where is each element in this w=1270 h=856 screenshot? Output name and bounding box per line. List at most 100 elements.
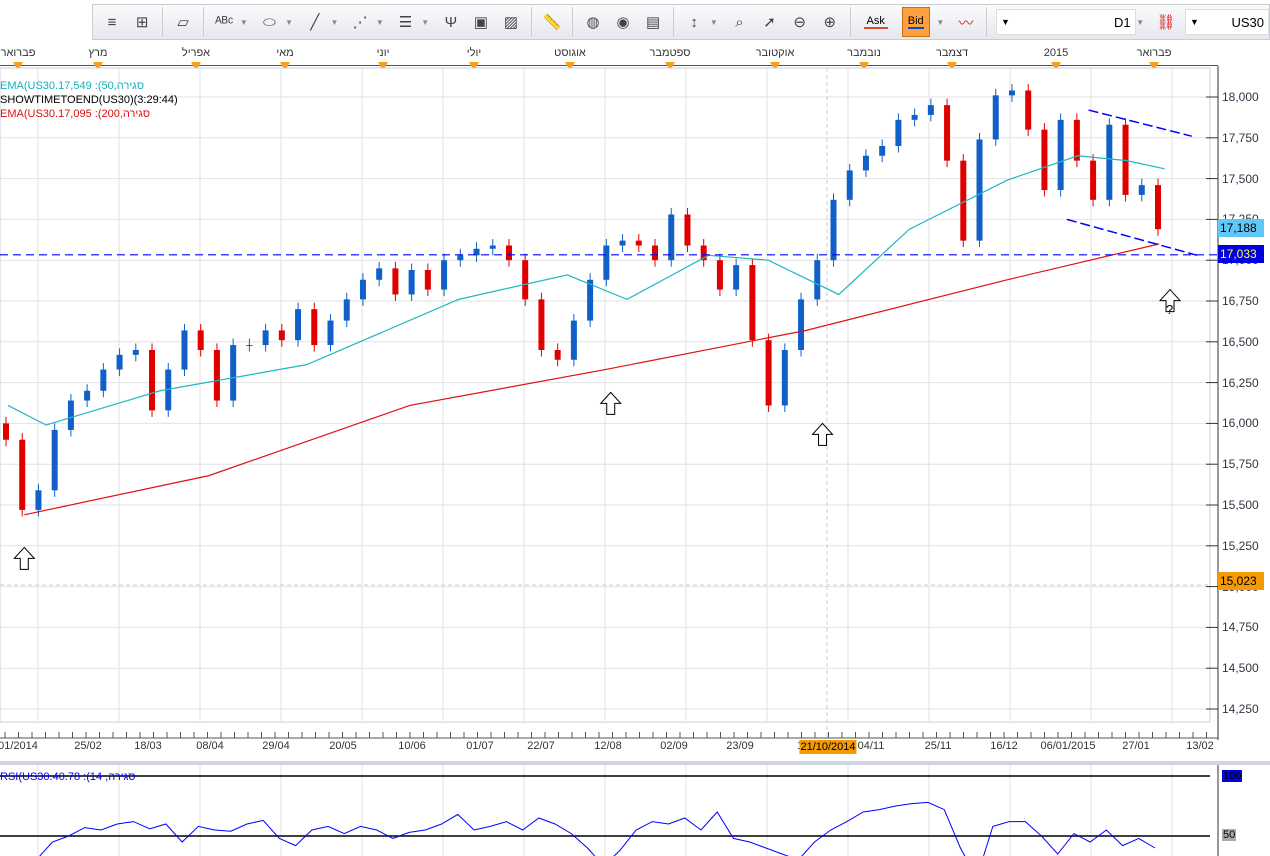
candle-body <box>246 345 253 347</box>
candle-body <box>1106 124 1113 200</box>
candle-body <box>635 240 642 246</box>
candle-body <box>295 309 302 341</box>
candle-body <box>716 260 723 290</box>
date-label: 27/01 <box>1122 740 1150 752</box>
candle-body <box>359 279 366 300</box>
price-tick-label: 17,500 <box>1222 171 1259 186</box>
candle-body <box>652 245 659 261</box>
candle-body <box>19 439 26 510</box>
rsi-line <box>39 801 1156 856</box>
cursor-price-label: 15,023 <box>1218 572 1264 590</box>
price-tick-label: 14,750 <box>1222 620 1259 635</box>
candle-body <box>765 340 772 406</box>
candle-body <box>181 330 188 370</box>
candle-body <box>327 320 334 346</box>
candle-body <box>895 119 902 146</box>
date-label: 25/02 <box>74 740 102 752</box>
date-label: 01/2014 <box>0 740 38 752</box>
candle-body <box>278 330 285 341</box>
price-tick-label: 18,000 <box>1222 90 1259 104</box>
candle-body <box>976 139 983 241</box>
candle-body <box>1090 160 1097 200</box>
candle-body <box>1041 129 1048 191</box>
candle-body <box>100 369 107 391</box>
candle-body <box>814 260 821 300</box>
date-label: 12/08 <box>594 740 622 752</box>
candle-body <box>441 260 448 290</box>
candle-body <box>830 199 837 261</box>
date-label: 16/12 <box>990 740 1018 752</box>
candle-body <box>538 299 545 350</box>
price-tick-label: 15,250 <box>1222 538 1259 553</box>
rsi-chart[interactable] <box>0 765 1270 856</box>
rsi-100-label: 100 <box>1222 770 1243 782</box>
candle-body <box>408 269 415 295</box>
date-label: 20/05 <box>329 740 357 752</box>
candle-body <box>684 214 691 246</box>
candle-body <box>749 265 756 341</box>
date-label: 29/04 <box>262 740 290 752</box>
date-label: 23/09 <box>726 740 754 752</box>
showtime-legend: SHOWTIMETOEND(US30)(3:29:44) <box>0 94 178 106</box>
rsi-50-label: 50 <box>1222 829 1237 841</box>
candle-body <box>230 345 237 401</box>
candle-body <box>67 400 74 430</box>
candle-body <box>570 320 577 360</box>
candle-body <box>603 245 610 280</box>
date-axis: 01/2014 25/02 18/03 08/04 29/04 20/05 10/06 01/… <box>0 740 1218 758</box>
candle-body <box>1138 185 1145 195</box>
price-tick-label: 16,000 <box>1222 416 1259 431</box>
candle-body <box>51 429 58 491</box>
candle-body <box>554 349 561 360</box>
candle-body <box>911 114 918 120</box>
candle-body <box>862 155 869 171</box>
candle-body <box>132 349 139 355</box>
candle-body <box>1155 185 1161 230</box>
candle-body <box>587 279 594 321</box>
candle-body <box>149 349 156 411</box>
candle-body <box>213 349 220 401</box>
price-tick-label: 14,500 <box>1222 661 1259 676</box>
price-tick-label: 16,500 <box>1222 334 1259 349</box>
candle-body <box>489 245 496 249</box>
price-tick-label: 16,750 <box>1222 294 1259 308</box>
candle-body <box>522 260 529 300</box>
candle-body <box>311 309 318 346</box>
candle-body <box>457 255 464 261</box>
date-label: 25/11 <box>924 740 952 752</box>
hline-price-label: 17,033 <box>1218 245 1264 263</box>
candle-body <box>392 268 399 295</box>
date-label: 01/07 <box>466 740 494 752</box>
date-label: 08/04 <box>196 740 224 752</box>
candle-body <box>619 240 626 246</box>
date-label: 18/03 <box>134 740 162 752</box>
date-label: 22/07 <box>527 740 555 752</box>
price-chart[interactable] <box>0 0 1270 740</box>
price-tick-label: 17,750 <box>1222 130 1259 145</box>
candle-body <box>116 354 123 370</box>
price-tick-label: 14,250 <box>1222 702 1259 716</box>
candle-body <box>343 299 350 321</box>
candle-body <box>1057 119 1064 191</box>
candle-body <box>944 105 951 161</box>
date-label: 02/09 <box>660 740 688 752</box>
price-tick-label: 15,750 <box>1222 457 1259 472</box>
candle-body <box>376 268 383 280</box>
price-tick-label: 15,500 <box>1222 498 1259 512</box>
ema200-legend: EMA(US30.17,095 :(200,סגירה <box>0 108 151 120</box>
candle-body <box>1073 119 1080 161</box>
candle-body <box>1008 90 1015 96</box>
candle-body <box>84 390 91 401</box>
rsi-legend: RSI(US30.40.78 :(14 ,סגירה <box>0 771 136 783</box>
candle-body <box>197 330 204 350</box>
candle-body <box>262 330 269 346</box>
candle-body <box>879 145 886 156</box>
date-label: 13/02 <box>1186 740 1214 752</box>
date-label: 10/06 <box>398 740 426 752</box>
date-label: 06/01/2015 <box>1040 740 1096 752</box>
ema50-legend: EMA(US30.17,549 :(50,סגירה <box>0 80 145 92</box>
price-tick-label: 16,250 <box>1222 375 1259 390</box>
candle-body <box>846 170 853 200</box>
candle-body <box>505 245 512 261</box>
date-label: 04/11 <box>857 740 885 752</box>
